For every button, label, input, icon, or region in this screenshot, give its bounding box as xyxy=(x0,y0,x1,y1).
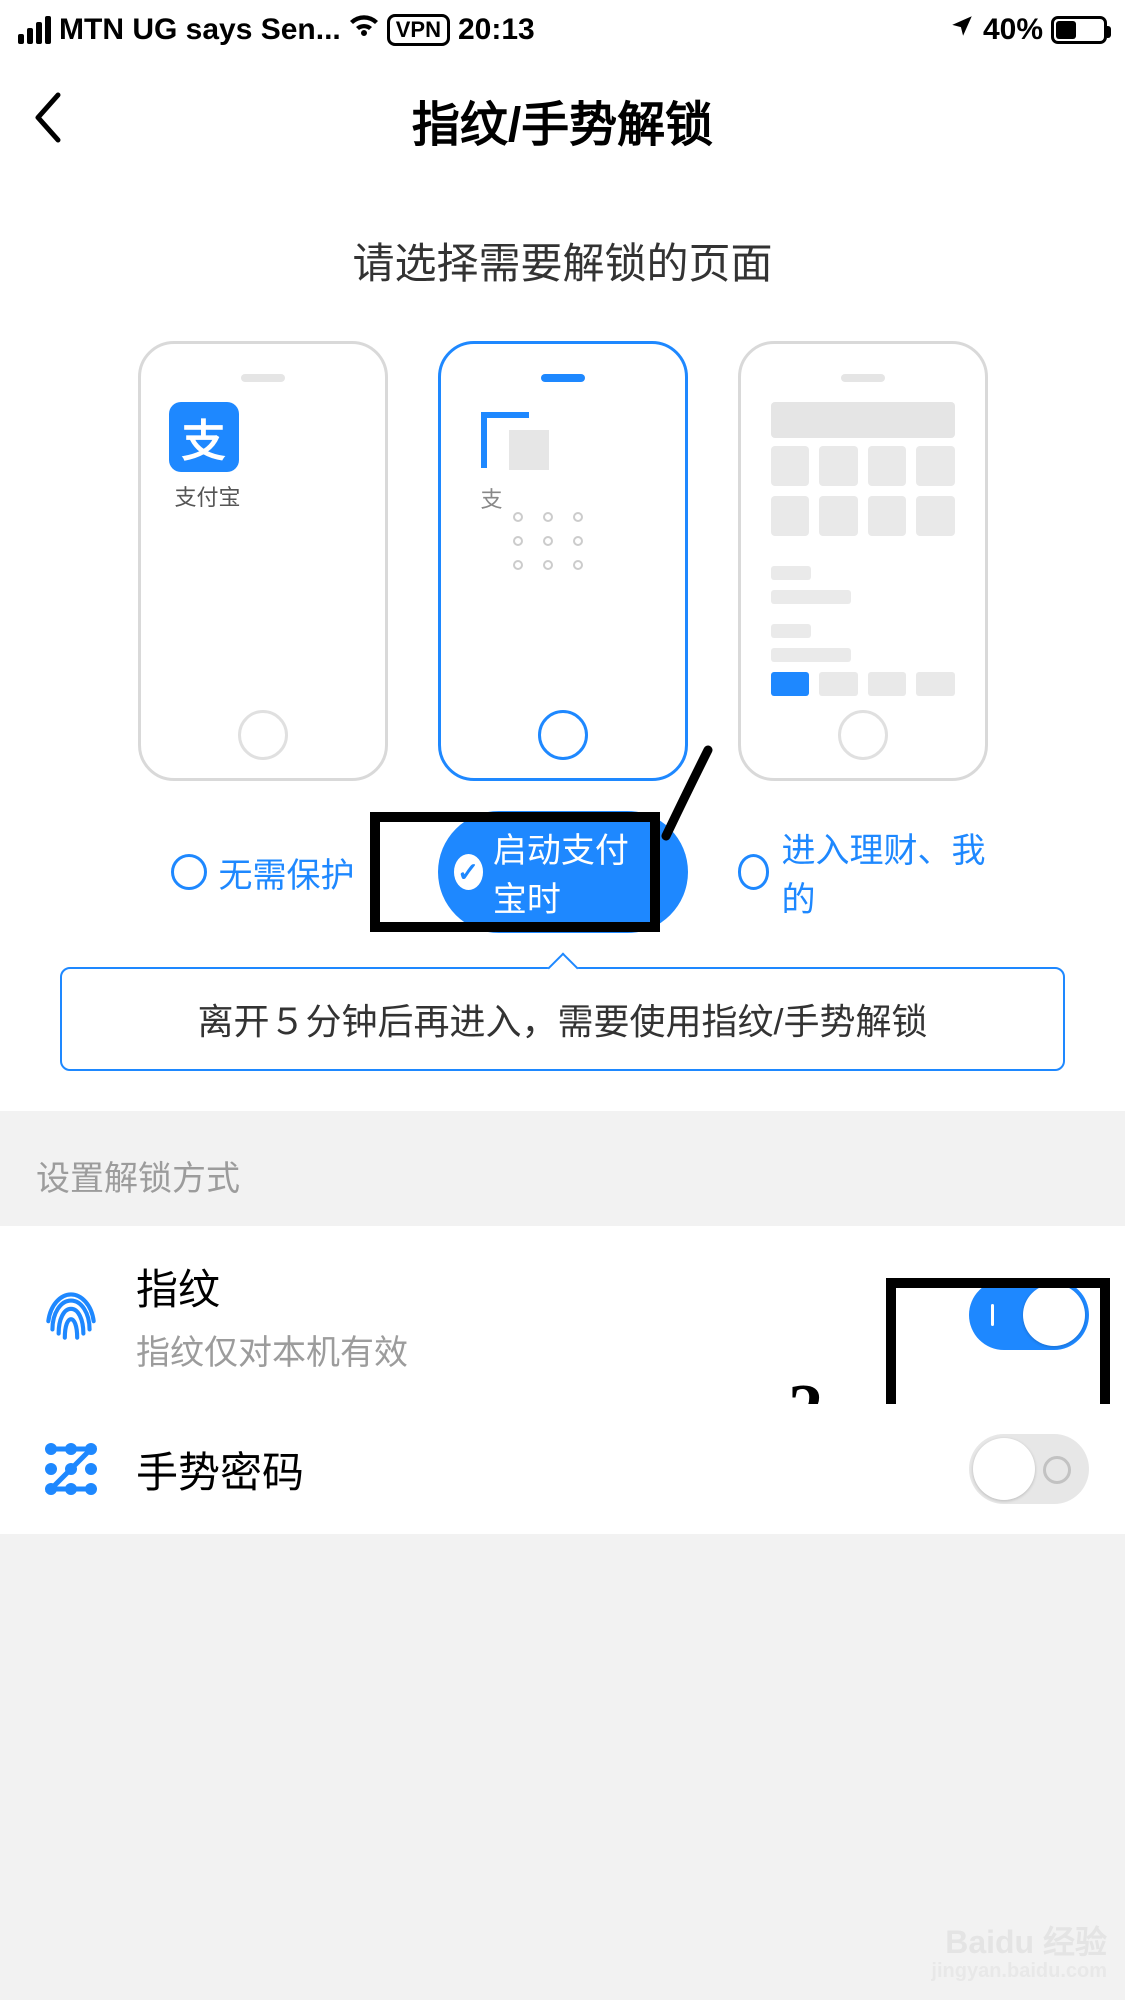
pattern-lock-icon xyxy=(36,1434,106,1504)
vpn-badge: VPN xyxy=(387,14,450,46)
row-title: 指纹 xyxy=(136,1256,939,1317)
radio-label: 无需保护 xyxy=(219,848,355,897)
alipay-app-icon: 支 xyxy=(169,402,239,472)
signal-icon xyxy=(18,16,51,44)
row-subtitle: 指纹仅对本机有效 xyxy=(136,1325,939,1374)
battery-pct: 40% xyxy=(983,13,1043,47)
option-preview-finance[interactable] xyxy=(738,341,988,781)
page-title: 指纹/手势解锁 xyxy=(412,85,713,155)
gesture-toggle[interactable] xyxy=(969,1434,1089,1504)
location-icon xyxy=(949,13,975,47)
radio-finance-mine[interactable]: 进入理财、我的 xyxy=(738,823,988,921)
selection-description: 离开５分钟后再进入，需要使用指纹/手势解锁 xyxy=(60,967,1065,1071)
page-selection-section: 请选择需要解锁的页面 支 支付宝 支 xyxy=(0,180,1125,1111)
back-button[interactable] xyxy=(30,93,66,148)
watermark: Baidu 经验 jingyan.baidu.com xyxy=(931,1925,1107,1982)
section-header-unlock-method: 设置解锁方式 xyxy=(0,1111,1125,1226)
status-bar: MTN UG says Sen... VPN 20:13 40% xyxy=(0,0,1125,60)
battery-icon xyxy=(1051,16,1107,44)
status-time: 20:13 xyxy=(458,13,535,47)
option-preview-launch[interactable]: 支 xyxy=(438,341,688,781)
option-preview-none[interactable]: 支 支付宝 xyxy=(138,341,388,781)
fingerprint-icon xyxy=(36,1280,106,1350)
section-subtitle: 请选择需要解锁的页面 xyxy=(0,230,1125,291)
radio-no-protection[interactable]: 无需保护 xyxy=(138,848,388,897)
radio-unchecked-icon xyxy=(171,854,207,890)
row-gesture-password: 手势密码 xyxy=(0,1404,1125,1534)
alipay-app-label: 支付宝 xyxy=(175,480,363,512)
radio-label: 进入理财、我的 xyxy=(781,823,987,921)
row-title: 手势密码 xyxy=(136,1439,939,1500)
radio-unchecked-icon xyxy=(738,854,770,890)
nav-bar: 指纹/手势解锁 xyxy=(0,60,1125,180)
annotation-highlight-1 xyxy=(370,812,660,932)
carrier-text: MTN UG says Sen... xyxy=(59,13,341,47)
wifi-icon xyxy=(349,14,379,46)
